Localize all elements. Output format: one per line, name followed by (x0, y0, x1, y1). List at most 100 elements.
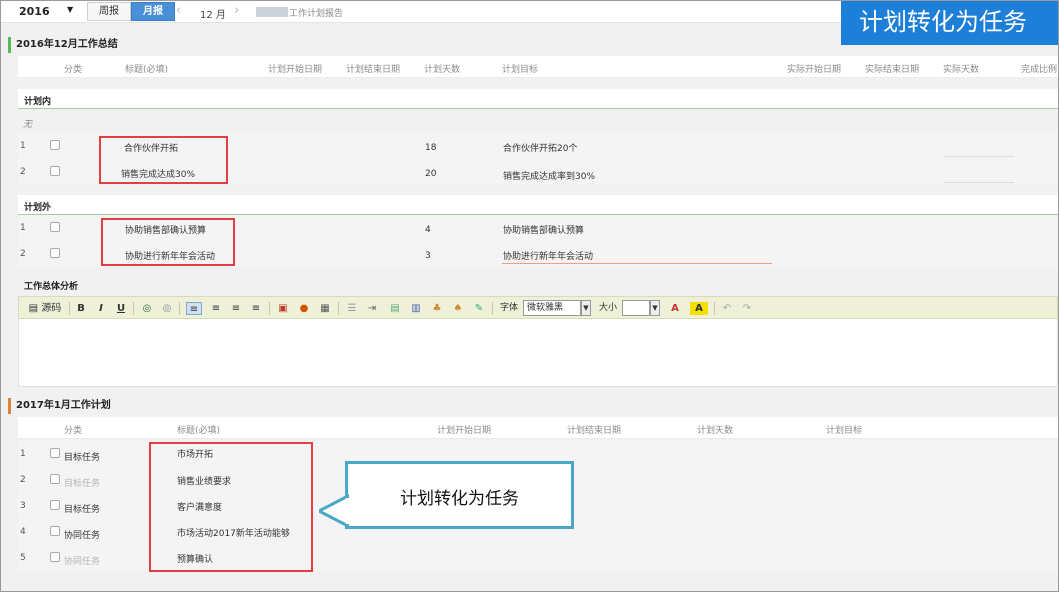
row-plan-goal[interactable]: 销售完成达成率到30% (503, 169, 595, 182)
in-plan-group: 计划内 (18, 89, 1058, 109)
row-checkbox[interactable] (50, 474, 60, 484)
col-title: 标题(必填) (177, 426, 221, 436)
section-marker (8, 398, 11, 414)
row-number: 5 (20, 553, 26, 563)
editor-toolbar: ▤ 源码 B I U ◎ ◎ ≡ ≡ ≡ ≡ ▣ ● ▦ ☰ ⇥ ▤ ▥ ♣ ♠… (18, 296, 1058, 319)
report-frame: 2016 ▼ 周报 月报 ‹ 12 月 › 工作计划报告 计划转化为任务 201… (0, 0, 1059, 592)
align-justify-icon[interactable]: ≡ (249, 302, 263, 315)
col-actual-start: 实际开始日期 (787, 65, 842, 75)
toolbar-divider (338, 302, 339, 315)
row-checkbox[interactable] (50, 222, 60, 232)
col-category: 分类 (64, 65, 83, 75)
row-checkbox[interactable] (50, 166, 60, 176)
summary-table-header: 分类 标题(必填) 计划开始日期 计划结束日期 计划天数 计划目标 实际开始日期… (18, 56, 1058, 78)
row-plan-days[interactable]: 18 (425, 143, 436, 153)
chevron-down-icon[interactable]: ▼ (650, 300, 660, 316)
banner-title: 计划转化为任务 (841, 1, 1058, 45)
year-select[interactable]: 2016 (19, 5, 50, 18)
underline-button[interactable]: U (115, 302, 127, 315)
callout-text: 计划转化为任务 (400, 489, 519, 509)
plan-table-header: 分类 标题(必填) 计划开始日期 计划结束日期 计划天数 计划目标 (18, 417, 1058, 439)
row-checkbox[interactable] (50, 448, 60, 458)
spellcheck-icon[interactable]: ✎ (472, 302, 486, 315)
toolbar-divider (133, 302, 134, 315)
toolbar-divider (492, 302, 493, 315)
list-icon[interactable]: ☰ (345, 302, 359, 315)
font-size-select[interactable] (622, 300, 650, 316)
row-category[interactable]: 目标任务 (64, 502, 100, 515)
source-icon: ▤ (28, 303, 39, 314)
col-plan-start: 计划开始日期 (268, 65, 323, 75)
col-plan-end: 计划结束日期 (346, 65, 401, 75)
col-title: 标题(必填) (125, 65, 169, 75)
font-label: 字体 (499, 303, 518, 313)
source-label: 源码 (41, 303, 62, 314)
analysis-editor[interactable] (18, 319, 1058, 387)
unlink-icon[interactable]: ◎ (160, 302, 174, 315)
bg-color-button[interactable]: A (690, 302, 708, 315)
row-checkbox[interactable] (50, 526, 60, 536)
plan-title-text: 2017年1月工作计划 (16, 400, 111, 411)
align-center-icon[interactable]: ≡ (209, 302, 223, 315)
row-checkbox[interactable] (50, 552, 60, 562)
row-category[interactable]: 协同任务 (64, 528, 100, 541)
chevron-down-icon[interactable]: ▼ (581, 300, 591, 316)
col-completion: 完成比例 (1021, 65, 1058, 75)
indent-icon[interactable]: ⇥ (365, 302, 379, 315)
redo-icon[interactable]: ↷ (740, 302, 754, 315)
row-plan-days[interactable]: 3 (425, 251, 431, 261)
paste-icon[interactable]: ▤ (388, 302, 402, 315)
row-category[interactable]: 协同任务 (64, 554, 100, 567)
row-number: 3 (20, 501, 26, 511)
chevron-down-icon[interactable]: ▼ (67, 5, 73, 14)
font-color-button[interactable]: A (666, 302, 684, 315)
monthly-report-tab[interactable]: 月报 (131, 2, 175, 21)
col-actual-days: 实际天数 (943, 65, 980, 75)
source-button[interactable]: ▤ 源码 (25, 302, 65, 315)
actual-days-field[interactable] (944, 182, 1014, 183)
emoticon-icon[interactable]: ♣ (430, 302, 444, 315)
row-category[interactable]: 目标任务 (64, 450, 100, 463)
col-plan-end: 计划结束日期 (567, 426, 622, 436)
row-checkbox[interactable] (50, 140, 60, 150)
special-char-icon[interactable]: ♠ (451, 302, 465, 315)
row-number: 2 (20, 475, 26, 485)
undo-icon[interactable]: ↶ (720, 302, 734, 315)
align-right-icon[interactable]: ≡ (229, 302, 243, 315)
none-text: 无 (23, 120, 33, 130)
row-number: 1 (20, 141, 26, 151)
weekly-report-tab[interactable]: 周报 (87, 2, 131, 21)
font-family-select[interactable]: 微软雅黑 (523, 300, 581, 316)
month-label: 12 月 (200, 10, 226, 21)
actual-days-field[interactable] (944, 156, 1014, 157)
row-category[interactable]: 目标任务 (64, 476, 100, 489)
row-plan-goal[interactable]: 协助进行新年年会活动 (503, 249, 593, 262)
bold-button[interactable]: B (75, 302, 87, 315)
goal-input-underline[interactable] (502, 263, 772, 264)
row-plan-goal[interactable]: 协助销售部确认预算 (503, 223, 584, 236)
row-number: 2 (20, 249, 26, 259)
callout-box: 计划转化为任务 (345, 461, 574, 529)
user-name-blurred (256, 7, 288, 17)
row-number: 1 (20, 449, 26, 459)
row-plan-days[interactable]: 4 (425, 225, 431, 235)
prev-month-icon[interactable]: ‹ (176, 3, 181, 18)
row-plan-goal[interactable]: 合作伙伴开拓20个 (503, 141, 577, 154)
row-checkbox[interactable] (50, 500, 60, 510)
link-icon[interactable]: ◎ (140, 302, 154, 315)
table-icon[interactable]: ▦ (318, 302, 332, 315)
image-icon[interactable]: ▣ (276, 302, 290, 315)
align-left-icon[interactable]: ≡ (186, 302, 202, 315)
flash-icon[interactable]: ● (297, 302, 311, 315)
row-checkbox[interactable] (50, 248, 60, 258)
plan-section-title: 2017年1月工作计划 (6, 397, 1056, 415)
section-marker (8, 37, 11, 53)
report-title: 工作计划报告 (289, 9, 344, 19)
col-category: 分类 (64, 426, 83, 436)
toolbar-divider (179, 302, 180, 315)
next-month-icon[interactable]: › (234, 3, 239, 18)
highlight-box (149, 442, 313, 572)
italic-button[interactable]: I (95, 302, 107, 315)
row-plan-days[interactable]: 20 (425, 169, 436, 179)
copy-icon[interactable]: ▥ (409, 302, 423, 315)
